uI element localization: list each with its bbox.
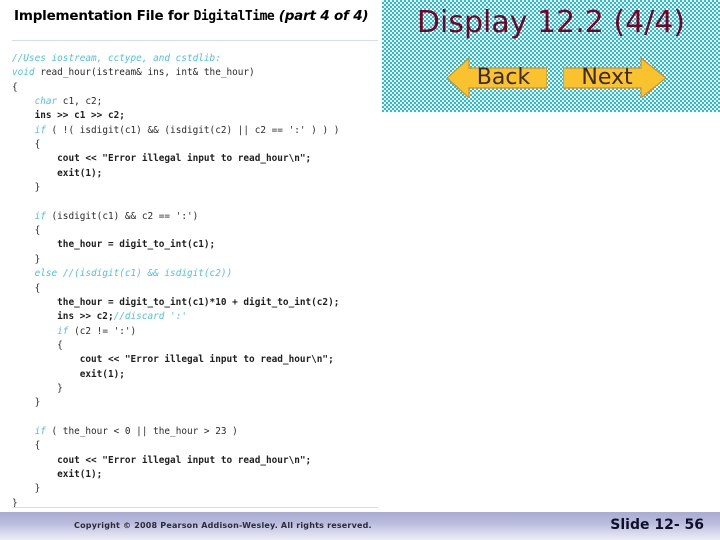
next-arrow-icon (563, 58, 666, 98)
code-line: else //(isdigit(c1) && isdigit(c2)) (34, 268, 233, 280)
code-line: } (34, 182, 41, 194)
code-line: cout << "Error illegal input to read_hou… (57, 153, 312, 165)
code-line: exit(1); (57, 468, 103, 480)
code-line: { (12, 81, 18, 93)
back-button[interactable]: Back (447, 58, 547, 98)
slide-canvas: Implementation File for DigitalTime (par… (0, 0, 720, 540)
code-line: //Uses iostream, cctype, and cstdlib: (12, 53, 221, 64)
code-line: exit(1); (79, 368, 125, 380)
code-line: if ( the_hour < 0 || the_hour > 23 ) (34, 425, 238, 437)
code-line: { (34, 139, 41, 151)
page-title: Implementation File for DigitalTime (par… (14, 8, 374, 24)
code-line: } (12, 497, 18, 509)
page-title-part: (part 4 of 4) (274, 8, 369, 24)
code-line: exit(1); (57, 167, 103, 179)
title-divider (12, 40, 378, 41)
slide-number: Slide 12- 56 (610, 517, 704, 533)
next-button[interactable]: Next (563, 58, 666, 98)
code-line: { (34, 225, 41, 237)
code-line: } (34, 397, 41, 409)
code-line: { (34, 282, 41, 294)
page-title-classname: DigitalTime (193, 9, 275, 24)
code-line: ins >> c2;//discard ':' (57, 311, 187, 323)
code-line: } (34, 483, 41, 495)
code-line: if (c2 != ':') (57, 325, 137, 337)
code-line: char c1, c2; (34, 96, 103, 108)
code-line: } (34, 253, 41, 265)
code-line: void read_hour(istream& ins, int& the_ho… (12, 67, 255, 79)
code-line: the_hour = digit_to_int(c1); (57, 239, 216, 251)
code-line: if ( !( isdigit(c1) && (isdigit(c2) || c… (34, 124, 340, 136)
code-line: the_hour = digit_to_int(c1)*10 + digit_t… (57, 296, 340, 308)
code-line: } (57, 382, 63, 394)
code-line: { (57, 339, 63, 351)
page-title-prefix: Implementation File for (14, 8, 194, 24)
back-arrow-icon (447, 58, 547, 98)
code-line: cout << "Error illegal input to read_hou… (57, 454, 312, 466)
code-line: cout << "Error illegal input to read_hou… (79, 354, 334, 366)
code-listing: //Uses iostream, cctype, and cstdlib: voi… (12, 52, 380, 509)
footer-divider (12, 507, 378, 508)
display-label: Display 12.2 (4/4) (416, 5, 686, 40)
code-line: if (isdigit(c1) && c2 == ':') (34, 210, 199, 222)
copyright-text: Copyright © 2008 Pearson Addison-Wesley.… (74, 521, 372, 530)
code-line: ins >> c1 >> c2; (34, 110, 125, 122)
code-line: { (34, 440, 41, 452)
